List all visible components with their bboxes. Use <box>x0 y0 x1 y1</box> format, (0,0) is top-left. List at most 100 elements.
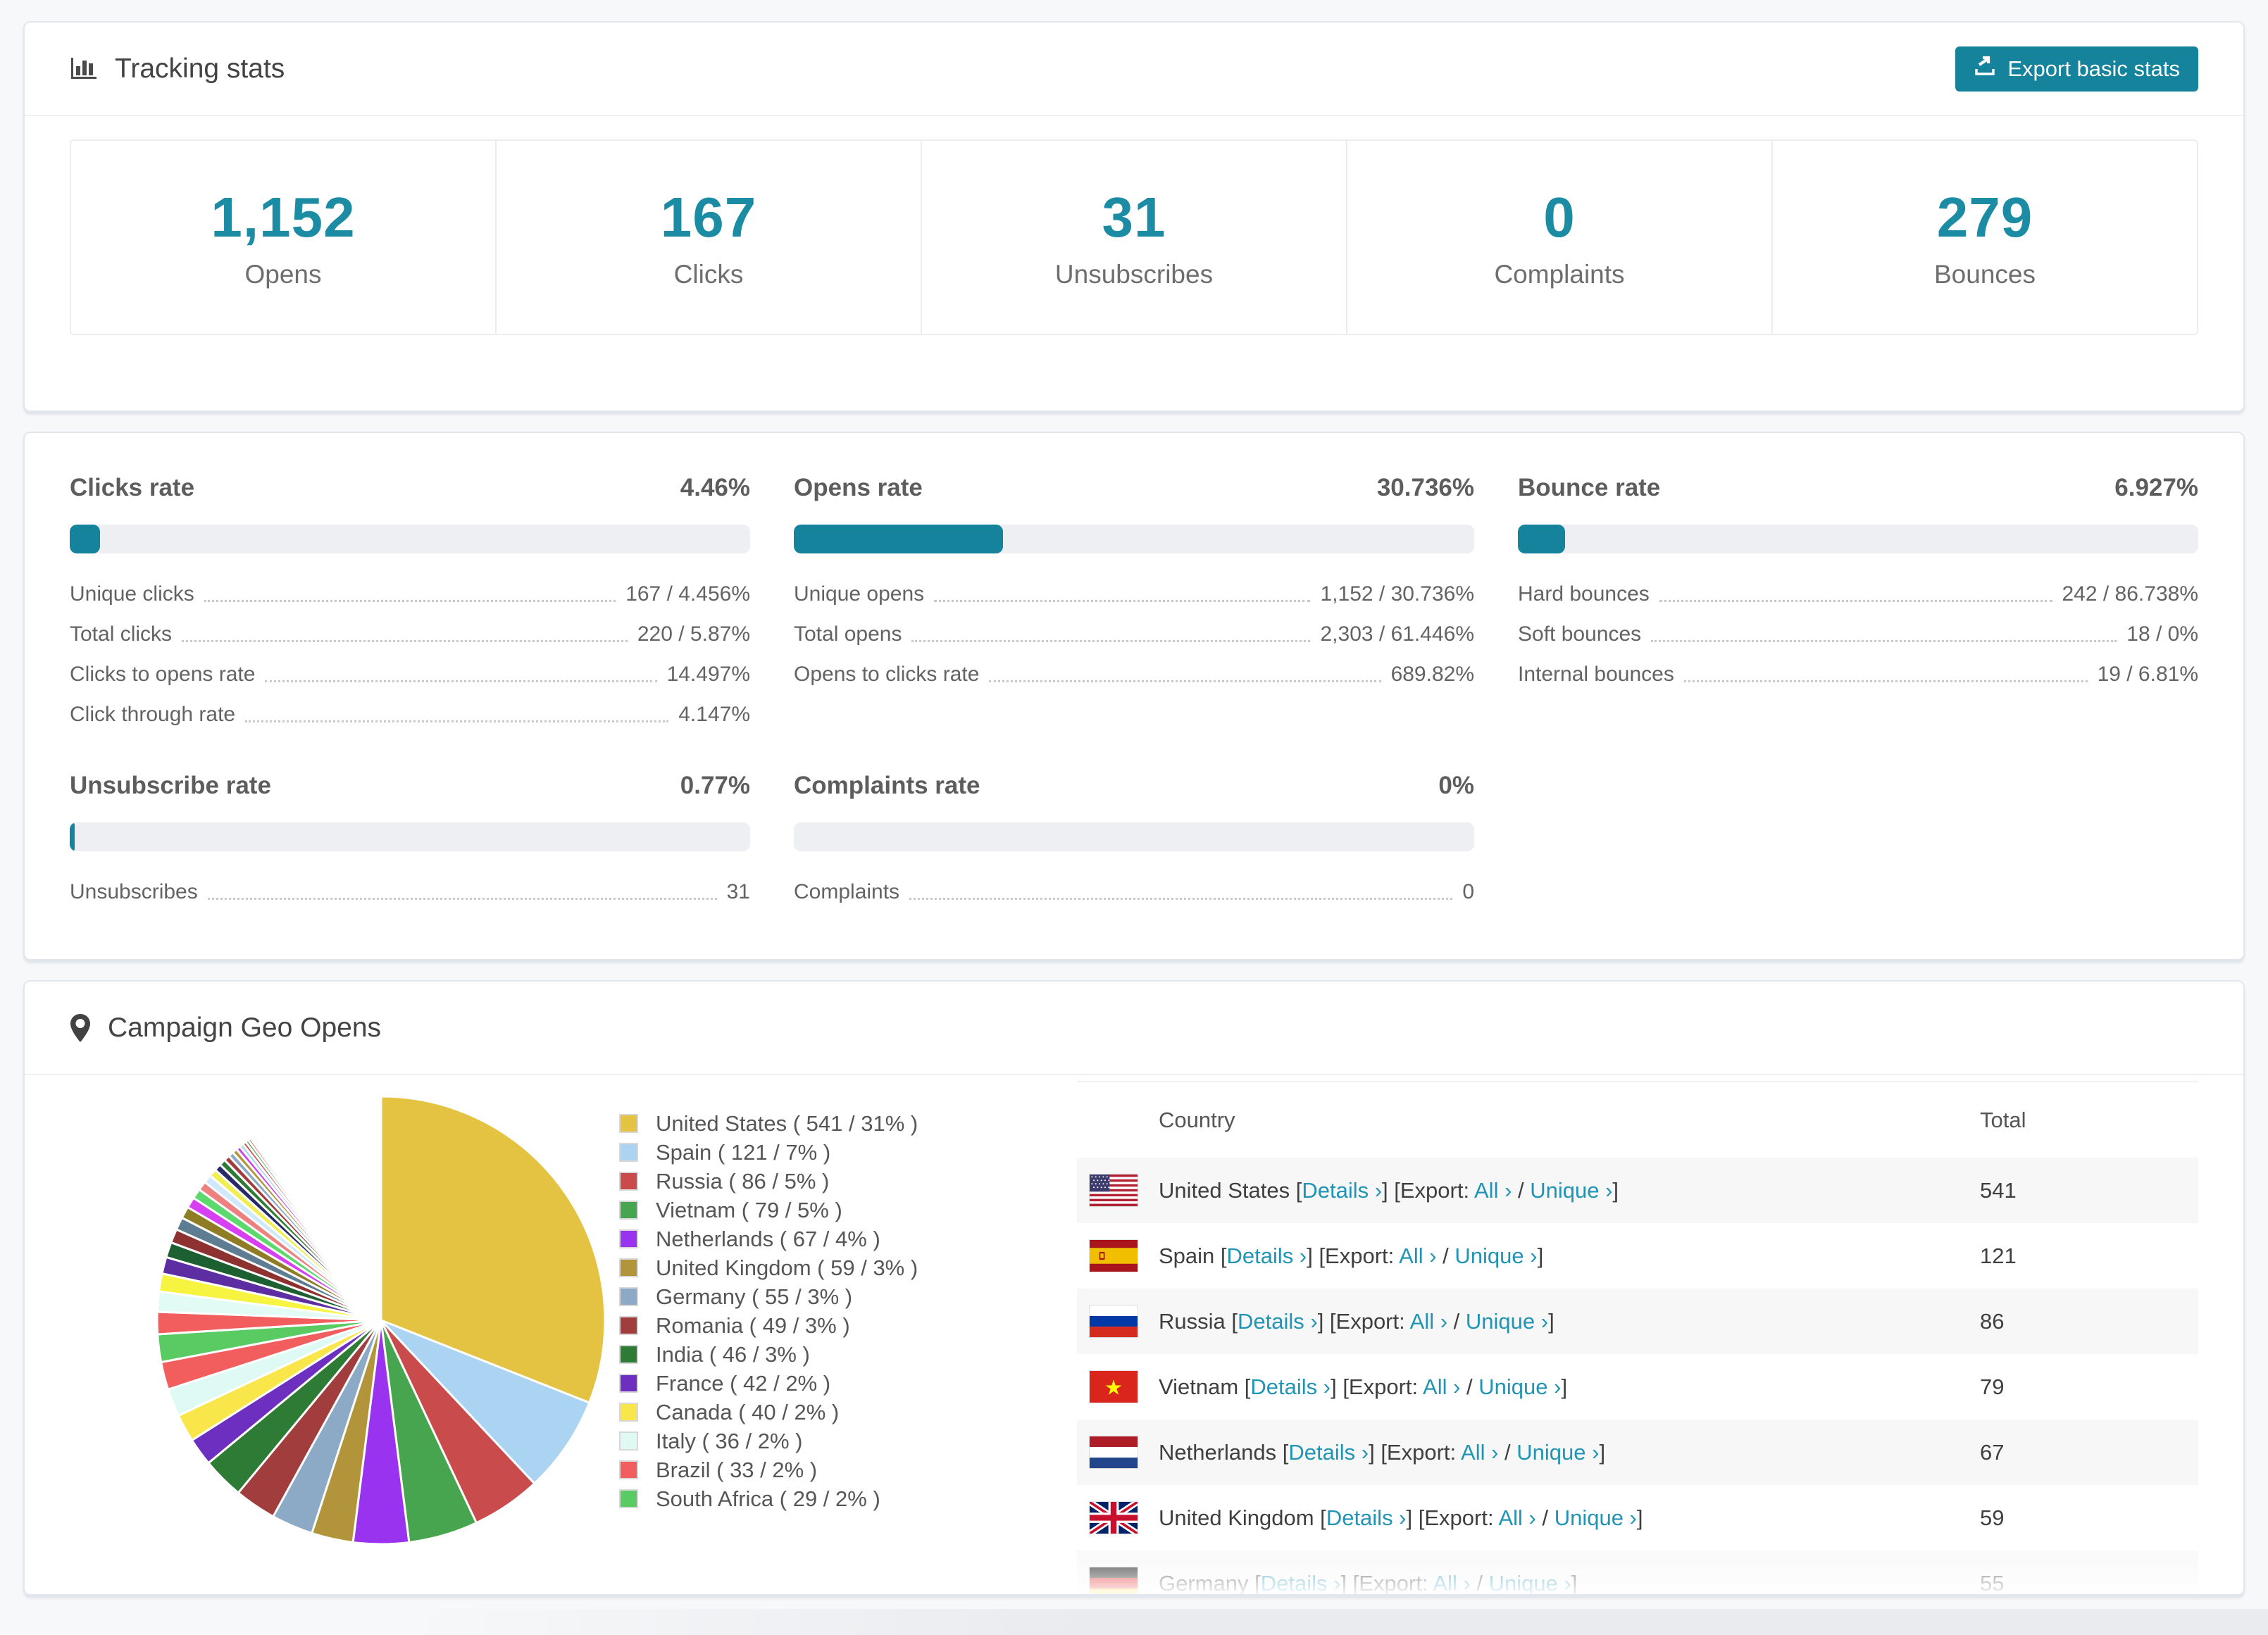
vn-flag-icon <box>1077 1354 1159 1420</box>
details-link[interactable]: Details › <box>1288 1440 1369 1465</box>
rates-card: Clicks rate 4.46% Unique clicks 167 / 4.4… <box>23 432 2245 960</box>
total-column-header: Total <box>1980 1107 2026 1132</box>
clicks-rate-value: 4.46% <box>680 474 750 501</box>
bar-chart-icon <box>70 55 98 83</box>
bounce-rate-progressbar <box>1518 525 2198 553</box>
geo-table: Country Total United States [Details ›] … <box>1077 1081 2198 1596</box>
table-row: Germany [Details ›] [Export: All › / Uni… <box>1077 1551 2198 1596</box>
bounce-rate-panel: Bounce rate 6.927% Hard bounces 242 / 86.… <box>1518 474 2198 731</box>
legend-swatch <box>619 1258 638 1277</box>
complaints-rate-panel: Complaints rate 0% Complaints 0 <box>794 772 1474 908</box>
export-unique-link[interactable]: Unique › <box>1554 1505 1637 1530</box>
complaints-rate-value: 0% <box>1438 772 1474 799</box>
rate-detail-row: Unsubscribes 31 <box>70 880 750 903</box>
export-all-link[interactable]: All › <box>1474 1178 1512 1203</box>
legend-item: United Kingdom ( 59 / 3% ) <box>619 1253 1077 1282</box>
legend-swatch <box>619 1432 638 1451</box>
unsubscribe-rate-progressbar <box>70 822 750 851</box>
stat-opens: 1,152 Opens <box>211 186 356 289</box>
details-link[interactable]: Details › <box>1238 1309 1318 1334</box>
tracking-stats-card: Tracking stats Export basic stats 1,152 … <box>23 21 2245 412</box>
table-row: Spain [Details ›] [Export: All › / Uniqu… <box>1077 1223 2198 1289</box>
page-title: Tracking stats <box>115 53 285 84</box>
export-all-link[interactable]: All › <box>1410 1309 1447 1334</box>
legend-swatch <box>619 1143 638 1162</box>
stat-bounces: 279 Bounces <box>1771 141 2197 334</box>
opens-rate-progressbar <box>794 525 1474 553</box>
table-row: Vietnam [Details ›] [Export: All › / Uni… <box>1077 1354 2198 1420</box>
map-pin-icon <box>70 1013 91 1043</box>
bounces-count: 279 <box>1936 186 2033 249</box>
export-basic-stats-button[interactable]: Export basic stats <box>1955 46 2198 92</box>
export-all-link[interactable]: All › <box>1399 1244 1436 1268</box>
geo-pie-legend: United States ( 541 / 31% ) Spain ( 121 /… <box>619 1075 1077 1513</box>
geo-pie-chart <box>70 1075 619 1555</box>
geo-opens-title-text: Campaign Geo Opens <box>108 1012 382 1043</box>
export-all-link[interactable]: All › <box>1461 1440 1498 1465</box>
rate-detail-row: Internal bounces 19 / 6.81% <box>1518 663 2198 686</box>
export-all-link[interactable]: All › <box>1433 1571 1470 1595</box>
clicks-rate-progressbar <box>70 525 750 553</box>
clicks-rate-panel: Clicks rate 4.46% Unique clicks 167 / 4.4… <box>70 474 750 731</box>
legend-swatch <box>619 1403 638 1422</box>
geo-table-wrap: Country Total United States [Details ›] … <box>1077 1075 2198 1596</box>
country-cell: Vietnam [Details ›] [Export: All › / Uni… <box>1159 1374 1568 1399</box>
legend-swatch <box>619 1489 638 1508</box>
rate-detail-row: Total opens 2,303 / 61.446% <box>794 622 1474 646</box>
details-link[interactable]: Details › <box>1261 1571 1341 1595</box>
rate-detail-row: Hard bounces 242 / 86.738% <box>1518 582 2198 606</box>
legend-item: Italy ( 36 / 2% ) <box>619 1427 1077 1455</box>
stat-clicks: 167 Clicks <box>495 141 921 334</box>
legend-item: India ( 46 / 3% ) <box>619 1340 1077 1369</box>
us-flag-icon <box>1077 1158 1159 1223</box>
table-row: Netherlands [Details ›] [Export: All › /… <box>1077 1420 2198 1485</box>
legend-item: Canada ( 40 / 2% ) <box>619 1398 1077 1427</box>
legend-swatch <box>619 1229 638 1248</box>
export-unique-link[interactable]: Unique › <box>1516 1440 1599 1465</box>
unsubscribe-rate-panel: Unsubscribe rate 0.77% Unsubscribes 31 <box>70 772 750 908</box>
export-unique-link[interactable]: Unique › <box>1454 1244 1537 1268</box>
legend-item: Russia ( 86 / 5% ) <box>619 1167 1077 1196</box>
export-all-link[interactable]: All › <box>1423 1374 1460 1399</box>
details-link[interactable]: Details › <box>1326 1505 1407 1530</box>
complaints-rate-progressbar <box>794 822 1474 851</box>
export-unique-link[interactable]: Unique › <box>1478 1374 1561 1399</box>
opens-rate-title: Opens rate <box>794 474 923 501</box>
total-cell: 55 <box>1980 1570 2005 1596</box>
legend-swatch <box>619 1374 638 1393</box>
legend-swatch <box>619 1114 638 1133</box>
geo-opens-title: Campaign Geo Opens <box>70 1013 381 1044</box>
export-unique-link[interactable]: Unique › <box>1530 1178 1612 1203</box>
total-cell: 121 <box>1980 1243 2017 1268</box>
export-unique-link[interactable]: Unique › <box>1489 1571 1571 1595</box>
unsubscribe-rate-title: Unsubscribe rate <box>70 772 271 799</box>
legend-swatch <box>619 1287 638 1306</box>
total-cell: 86 <box>1980 1308 2005 1334</box>
details-link[interactable]: Details › <box>1227 1244 1307 1268</box>
country-column-header: Country <box>1159 1107 1235 1132</box>
export-all-link[interactable]: All › <box>1498 1505 1535 1530</box>
rate-detail-row: Click through rate 4.147% <box>70 703 750 726</box>
details-link[interactable]: Details › <box>1302 1178 1382 1203</box>
rate-detail-row: Total clicks 220 / 5.87% <box>70 622 750 646</box>
geo-opens-header: Campaign Geo Opens <box>25 982 2243 1075</box>
country-cell: Russia [Details ›] [Export: All › / Uniq… <box>1159 1308 1554 1334</box>
de-flag-icon <box>1077 1551 1159 1594</box>
stat-complaints: 0 Complaints <box>1346 141 1771 334</box>
legend-item: Spain ( 121 / 7% ) <box>619 1138 1077 1167</box>
stat-unsubscribes: 31 Unsubscribes <box>921 141 1346 334</box>
opens-count: 1,152 <box>211 186 356 249</box>
legend-item: Romania ( 49 / 3% ) <box>619 1311 1077 1340</box>
table-row: United States [Details ›] [Export: All ›… <box>1077 1158 2198 1223</box>
total-cell: 59 <box>1980 1505 2005 1530</box>
country-cell: Netherlands [Details ›] [Export: All › /… <box>1159 1439 1606 1465</box>
legend-swatch <box>619 1172 638 1191</box>
export-unique-link[interactable]: Unique › <box>1466 1309 1548 1334</box>
complaints-count: 0 <box>1543 186 1576 249</box>
legend-swatch <box>619 1345 638 1364</box>
clicks-rate-title: Clicks rate <box>70 474 195 501</box>
rate-detail-row: Unique opens 1,152 / 30.736% <box>794 582 1474 606</box>
details-link[interactable]: Details › <box>1250 1374 1331 1399</box>
page-bottom-band <box>0 1609 2268 1635</box>
legend-item: France ( 42 / 2% ) <box>619 1369 1077 1398</box>
